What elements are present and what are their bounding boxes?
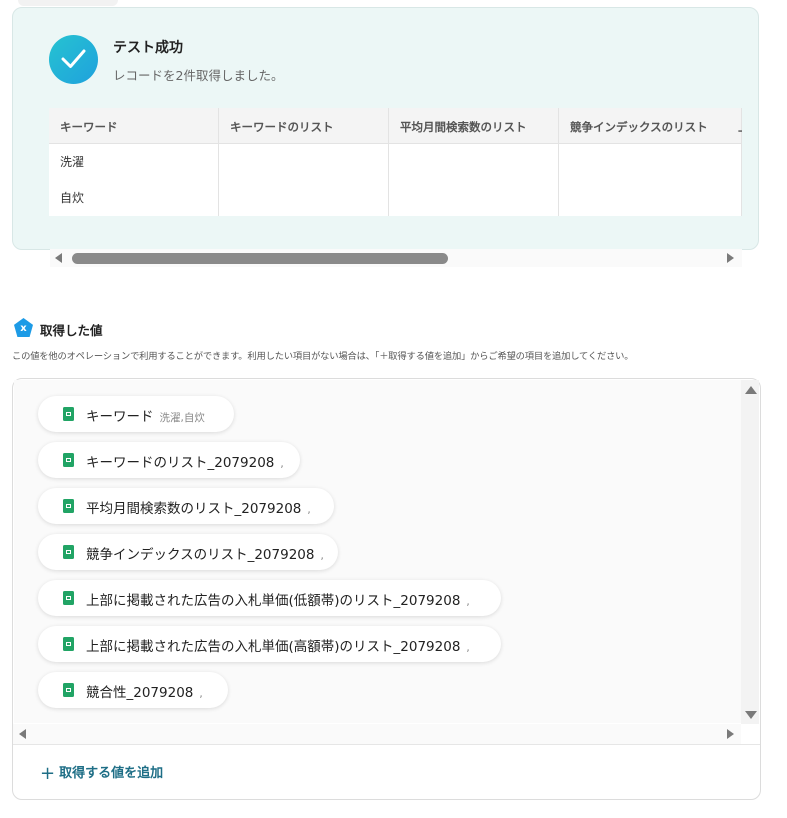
column-header: 競争インデックスのリスト — [570, 120, 708, 134]
value-chip[interactable]: キーワードのリスト_2079208, — [38, 442, 300, 478]
table-cell: 自炊 — [60, 191, 85, 205]
chip-extra: , — [466, 642, 470, 654]
chip-label: キーワードのリスト_2079208, — [86, 455, 284, 471]
scroll-down-icon[interactable] — [745, 711, 757, 719]
values-horizontal-scrollbar[interactable] — [13, 724, 741, 744]
chip-label: 平均月間検索数のリスト_2079208, — [86, 501, 311, 517]
chip-label: 競合性_2079208, — [86, 685, 203, 701]
section-description: この値を他のオペレーションで利用することができます。利用したい項目がない場合は、… — [12, 351, 634, 362]
add-value-label: 取得する値を追加 — [59, 766, 164, 781]
chip-extra: , — [320, 550, 324, 562]
top-tab-stub — [18, 0, 118, 6]
chip-label: 上部に掲載された広告の入札単価(低額帯)のリスト_2079208, — [86, 593, 470, 609]
divider — [13, 744, 760, 745]
value-chip[interactable]: 競合性_2079208, — [38, 672, 228, 708]
spreadsheet-icon — [63, 499, 74, 513]
values-vertical-scrollbar[interactable] — [741, 380, 759, 724]
chip-label: 上部に掲載された広告の入札単価(高額帯)のリスト_2079208, — [86, 639, 470, 655]
chip-extra: , — [199, 688, 203, 700]
section-title: 取得した値 — [40, 323, 103, 338]
chip-label: キーワード 洗濯,自炊 — [86, 409, 205, 425]
table-cell: 洗濯 — [60, 155, 85, 169]
chip-extra: , — [466, 596, 470, 608]
spreadsheet-icon — [63, 637, 74, 651]
scroll-left-icon[interactable] — [55, 253, 62, 263]
scroll-up-icon[interactable] — [745, 386, 757, 394]
add-value-button[interactable]: + 取得する値を追加 — [40, 762, 163, 784]
column-header: キーワードのリスト — [230, 120, 334, 134]
value-chip[interactable]: 上部に掲載された広告の入札単価(低額帯)のリスト_2079208, — [38, 580, 501, 616]
chip-extra: 洗濯,自炊 — [159, 412, 205, 424]
success-subtitle: レコードを2件取得しました。 — [113, 68, 284, 83]
spreadsheet-icon — [63, 591, 74, 605]
test-success-panel: テスト成功 レコードを2件取得しました。 キーワード キーワードのリスト 平均月… — [12, 7, 759, 250]
success-title: テスト成功 — [113, 40, 183, 56]
plus-icon: + — [40, 763, 56, 784]
chip-label: 競争インデックスのリスト_2079208, — [86, 547, 324, 563]
value-chip[interactable]: 上部に掲載された広告の入札単価(高額帯)のリスト_2079208, — [38, 626, 501, 662]
column-header: 上 — [738, 119, 742, 135]
value-chip[interactable]: 競争インデックスのリスト_2079208, — [38, 534, 338, 570]
column-header: 平均月間検索数のリスト — [400, 120, 527, 134]
spreadsheet-icon — [63, 407, 74, 421]
column-header: キーワード — [60, 120, 118, 134]
spreadsheet-icon — [63, 545, 74, 559]
check-circle-icon — [49, 35, 98, 84]
value-chip[interactable]: 平均月間検索数のリスト_2079208, — [38, 488, 334, 524]
value-chip[interactable]: キーワード 洗濯,自炊 — [38, 396, 234, 432]
spreadsheet-icon — [63, 453, 74, 467]
scroll-left-icon[interactable] — [19, 729, 26, 739]
pentagon-x-icon: x — [14, 318, 33, 337]
chip-extra: , — [280, 458, 284, 470]
spreadsheet-icon — [63, 683, 74, 697]
scroll-right-icon[interactable] — [727, 253, 734, 263]
table-scrollbar-thumb[interactable] — [72, 253, 448, 264]
result-table: キーワード キーワードのリスト 平均月間検索数のリスト 競争インデックスのリスト… — [49, 108, 742, 216]
scroll-right-icon[interactable] — [727, 729, 734, 739]
chip-extra: , — [307, 504, 311, 516]
